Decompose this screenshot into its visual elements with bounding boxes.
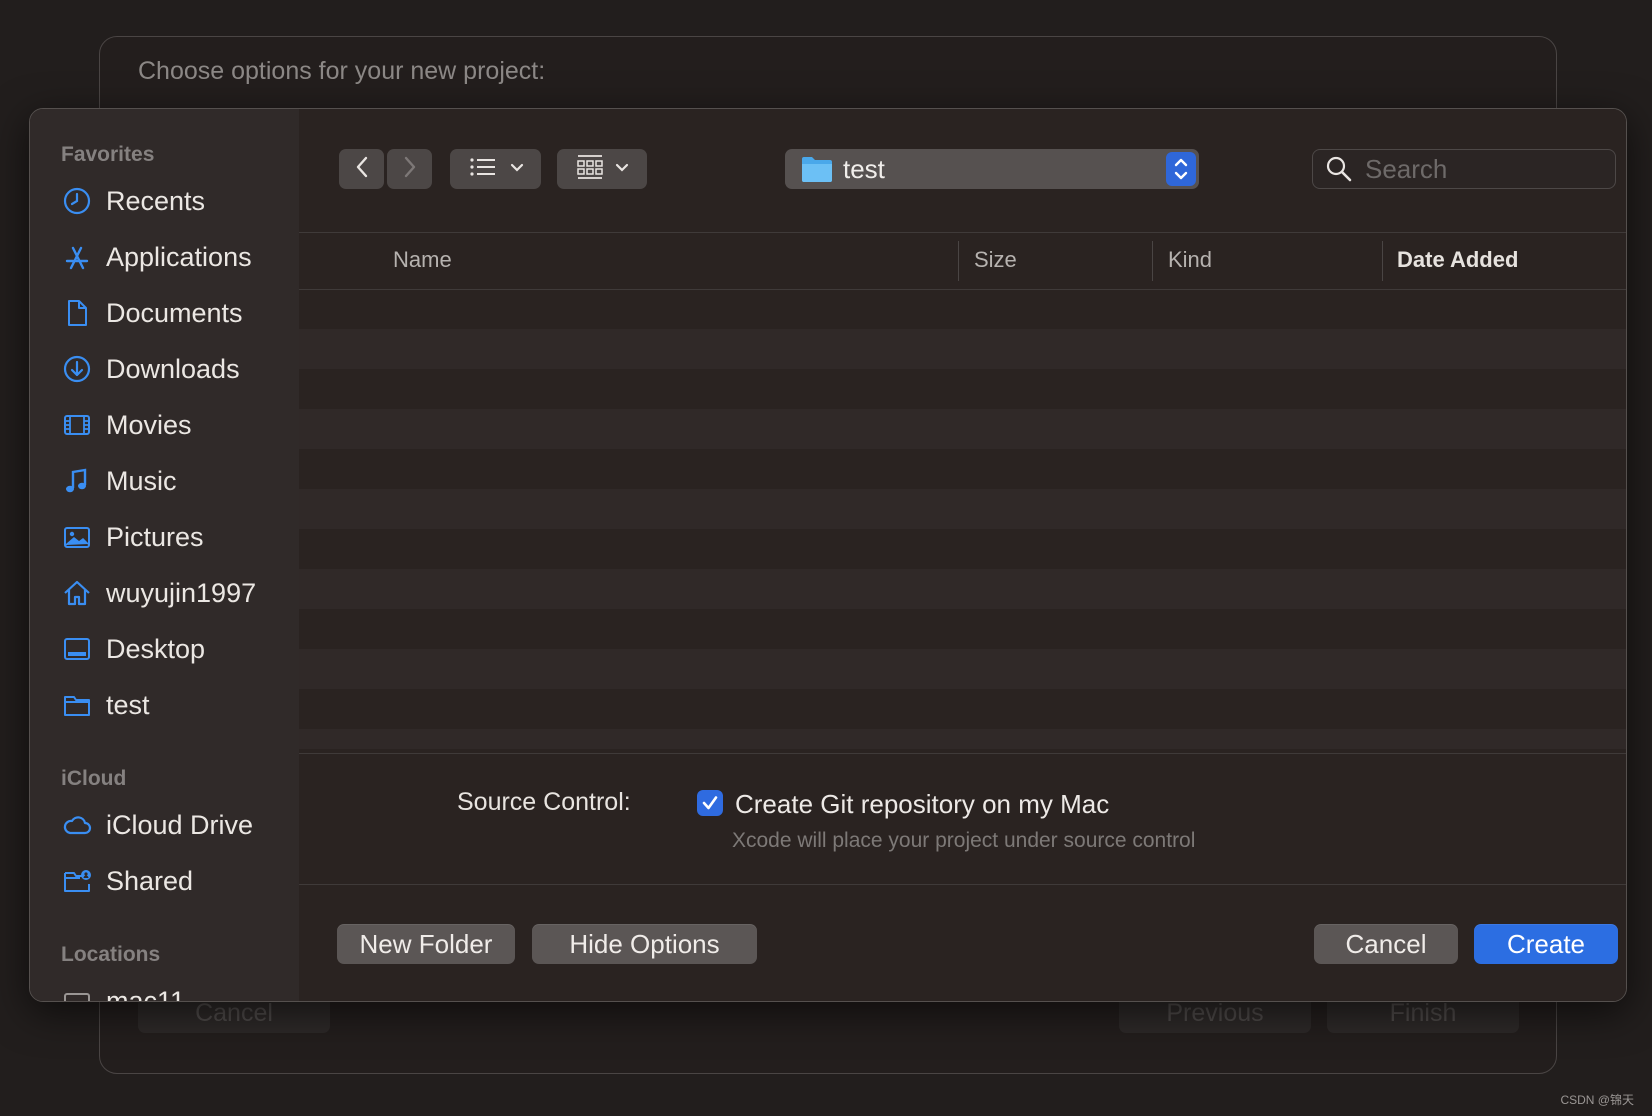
chevron-down-icon bbox=[510, 160, 524, 178]
background-window-title: Choose options for your new project: bbox=[138, 57, 546, 85]
sidebar-header-icloud: iCloud bbox=[61, 767, 127, 790]
sidebar-item-label: Desktop bbox=[106, 633, 206, 664]
sidebar-item-recents[interactable]: Recents bbox=[60, 179, 205, 223]
folder-icon bbox=[801, 155, 833, 183]
chevron-down-icon bbox=[615, 160, 629, 178]
sidebar-item-label: test bbox=[106, 689, 150, 720]
search-field[interactable] bbox=[1312, 149, 1616, 189]
sidebar-item-label: wuyujin1997 bbox=[106, 577, 257, 608]
chevron-left-icon bbox=[354, 155, 370, 184]
sidebar-header-locations: Locations bbox=[61, 943, 161, 966]
save-sheet: Favorites Recents Applications Documents… bbox=[29, 108, 1627, 1002]
column-kind[interactable]: Kind bbox=[1168, 247, 1212, 273]
sidebar-item-shared[interactable]: Shared bbox=[60, 859, 193, 903]
cloud-icon bbox=[60, 808, 94, 842]
browser-main: test Name Size Kind Date Added S bbox=[299, 109, 1626, 1001]
search-input[interactable] bbox=[1363, 152, 1597, 186]
sidebar-item-icloud-drive[interactable]: iCloud Drive bbox=[60, 803, 253, 847]
group-view-button[interactable] bbox=[557, 149, 647, 189]
column-divider[interactable] bbox=[1382, 241, 1383, 281]
forward-button[interactable] bbox=[387, 149, 432, 189]
sidebar-item-label: Movies bbox=[106, 409, 192, 440]
column-divider[interactable] bbox=[958, 241, 959, 281]
git-repository-subtitle: Xcode will place your project under sour… bbox=[732, 829, 1196, 852]
cancel-button[interactable]: Cancel bbox=[1314, 924, 1458, 964]
checkmark-icon bbox=[702, 796, 718, 810]
applications-icon bbox=[60, 240, 94, 274]
column-name[interactable]: Name bbox=[393, 247, 452, 273]
options-panel: Source Control: Create Git repository on… bbox=[299, 753, 1626, 885]
sidebar-item-label: Documents bbox=[106, 297, 243, 328]
sidebar-item-movies[interactable]: Movies bbox=[60, 403, 192, 447]
music-icon bbox=[60, 464, 94, 498]
disk-icon bbox=[60, 984, 94, 1001]
sidebar-item-pictures[interactable]: Pictures bbox=[60, 515, 204, 559]
location-popup[interactable]: test bbox=[785, 149, 1199, 189]
desktop-icon bbox=[60, 632, 94, 666]
sidebar-item-applications[interactable]: Applications bbox=[60, 235, 252, 279]
search-icon bbox=[1325, 155, 1353, 183]
column-size[interactable]: Size bbox=[974, 247, 1017, 273]
sidebar-item-label: Applications bbox=[106, 241, 252, 272]
back-button[interactable] bbox=[339, 149, 384, 189]
home-icon bbox=[60, 576, 94, 610]
document-icon bbox=[60, 296, 94, 330]
source-control-label: Source Control: bbox=[457, 788, 631, 816]
sidebar-item-documents[interactable]: Documents bbox=[60, 291, 243, 335]
sidebar-header-favorites: Favorites bbox=[61, 143, 155, 166]
list-view-button[interactable] bbox=[450, 149, 541, 189]
hide-options-button[interactable]: Hide Options bbox=[532, 924, 757, 964]
shared-folder-icon bbox=[60, 864, 94, 898]
sidebar-item-label: iCloud Drive bbox=[106, 809, 254, 840]
sidebar-item-label: mac11 bbox=[106, 985, 186, 1002]
grid-icon bbox=[575, 154, 605, 185]
film-icon bbox=[60, 408, 94, 442]
sidebar-item-label: Pictures bbox=[106, 521, 204, 552]
sidebar: Favorites Recents Applications Documents… bbox=[30, 109, 299, 1001]
file-list[interactable] bbox=[299, 289, 1626, 749]
sidebar-item-home[interactable]: wuyujin1997 bbox=[60, 571, 256, 615]
folder-icon bbox=[60, 688, 94, 722]
git-repository-label[interactable]: Create Git repository on my Mac bbox=[735, 789, 1109, 820]
new-folder-button[interactable]: New Folder bbox=[337, 924, 515, 964]
sidebar-item-desktop[interactable]: Desktop bbox=[60, 627, 205, 671]
sidebar-item-test[interactable]: test bbox=[60, 683, 150, 727]
sidebar-item-mac11[interactable]: mac11 bbox=[60, 979, 186, 1002]
watermark: CSDN @锦天 bbox=[1560, 1093, 1634, 1107]
column-divider[interactable] bbox=[1152, 241, 1153, 281]
chevron-right-icon bbox=[402, 155, 418, 184]
location-label: test bbox=[843, 153, 885, 184]
list-icon bbox=[468, 155, 498, 184]
updown-chevron-icon bbox=[1166, 152, 1196, 186]
download-icon bbox=[60, 352, 94, 386]
sidebar-item-label: Music bbox=[106, 465, 177, 496]
clock-icon bbox=[60, 184, 94, 218]
sidebar-item-music[interactable]: Music bbox=[60, 459, 177, 503]
create-button[interactable]: Create bbox=[1474, 924, 1618, 964]
git-repository-checkbox[interactable] bbox=[697, 790, 723, 816]
photo-icon bbox=[60, 520, 94, 554]
sidebar-item-label: Downloads bbox=[106, 353, 240, 384]
column-header: Name Size Kind Date Added bbox=[299, 232, 1626, 290]
column-date-added[interactable]: Date Added bbox=[1397, 247, 1518, 273]
sidebar-item-label: Shared bbox=[106, 865, 194, 896]
sidebar-item-label: Recents bbox=[106, 185, 206, 216]
sidebar-item-downloads[interactable]: Downloads bbox=[60, 347, 240, 391]
